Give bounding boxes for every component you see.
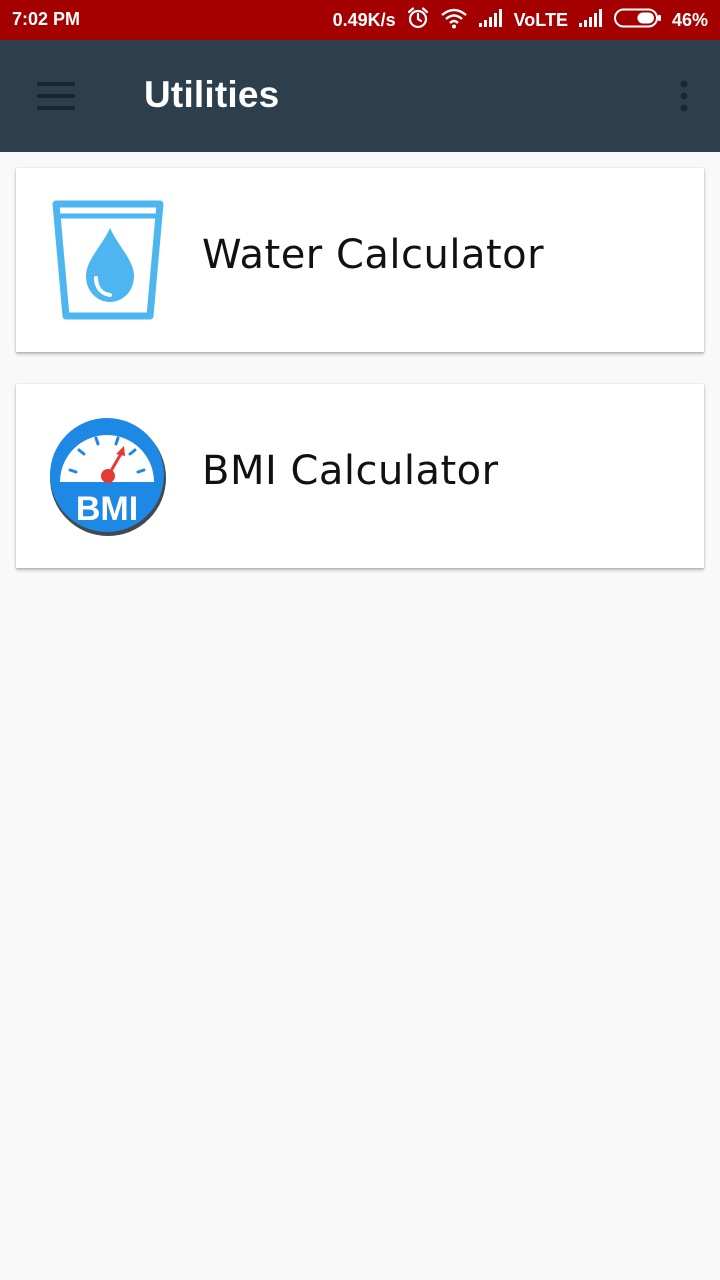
bmi-icon-text: BMI [76,490,138,528]
net-speed: 0.49K/s [332,9,396,30]
status-icons: 0.49K/s VoLTE 46% [333,0,708,40]
water-calculator-label: Water Calculator [202,232,545,278]
water-calculator-card[interactable]: Water Calculator [16,168,704,352]
app-bar: Utilities [0,40,720,152]
wifi-icon [440,7,468,34]
status-bar: 7:02 PM 0.49K/s VoLTE 46% [0,0,720,40]
bmi-gauge-icon: BMI [46,412,174,540]
overflow-menu-button[interactable] [668,68,700,124]
status-time: 7:02 PM [12,9,81,29]
bmi-calculator-card[interactable]: BMI BMI Calculator [16,384,704,568]
bmi-calculator-label: BMI Calculator [202,448,499,494]
menu-button[interactable] [24,68,88,124]
volte-label: VoLTE [513,9,568,30]
water-glass-icon [46,196,174,324]
signal-icon [478,8,504,33]
more-vert-icon [668,80,700,128]
page-title: Utilities [144,74,280,115]
battery-percent: 46% [671,9,708,30]
hamburger-menu-icon [24,82,88,128]
battery-icon [613,8,662,33]
alarm-icon [406,6,430,35]
signal-icon [578,8,604,33]
